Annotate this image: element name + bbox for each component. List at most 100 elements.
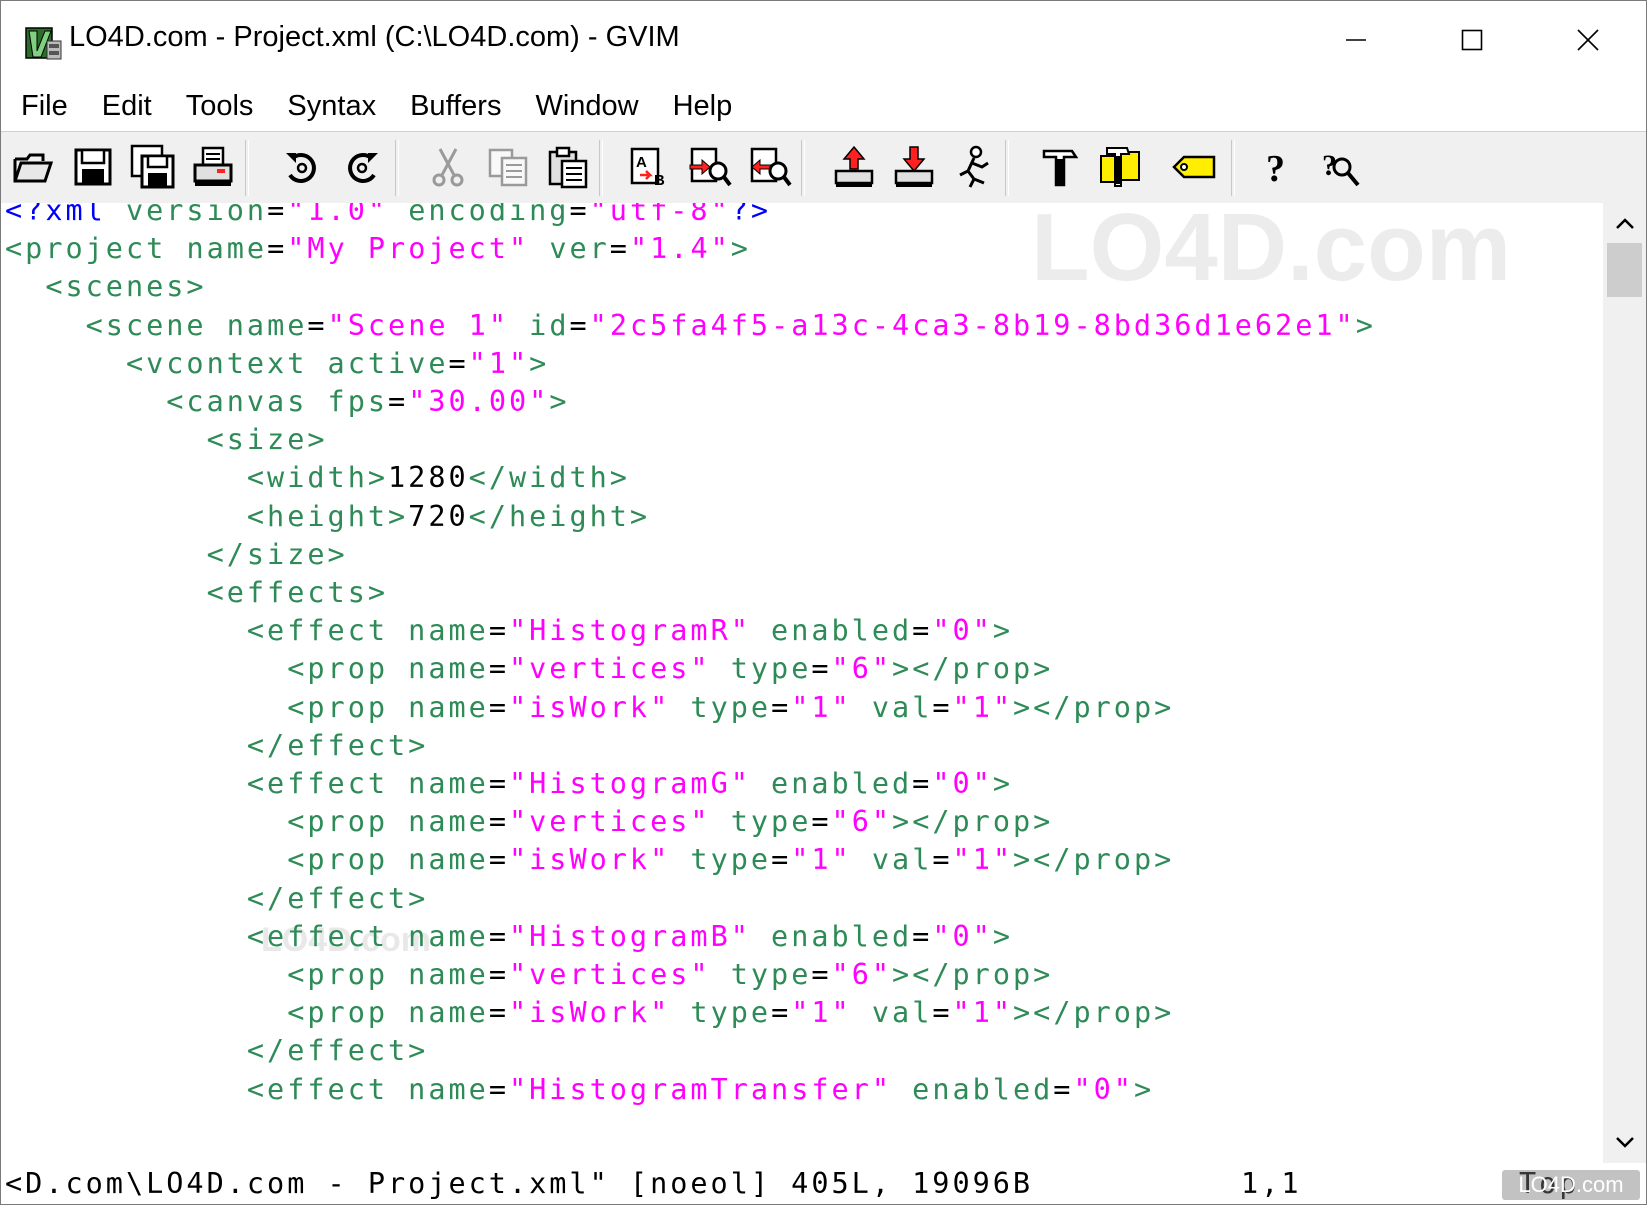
print-icon (193, 146, 233, 186)
make-icon (1042, 149, 1079, 187)
menu-buffers[interactable]: Buffers (393, 90, 518, 123)
code-line[interactable]: </effect> (5, 726, 428, 766)
code-token: name (408, 690, 489, 724)
code-line[interactable]: <effect name="HistogramTransfer" enabled… (5, 1070, 1154, 1110)
menu-window[interactable]: Window (518, 90, 655, 123)
save-button[interactable] (66, 138, 120, 196)
code-token: <prop (5, 805, 409, 839)
redo-button[interactable] (335, 138, 389, 196)
save-session-button[interactable] (887, 138, 941, 196)
scroll-up-button[interactable] (1603, 203, 1646, 243)
code-line[interactable]: <project name="My Project" ver="1.4"> (5, 229, 751, 269)
menu-help[interactable]: Help (656, 90, 750, 123)
title-bar[interactable]: LO4D.com - Project.xml (C:\LO4D.com) - G… (1, 1, 1646, 81)
code-token: "0" (932, 919, 993, 953)
code-token: enabled (750, 614, 913, 648)
watermark: LO4D.com (1031, 203, 1512, 301)
code-line[interactable]: <scene name="Scene 1" id="2c5fa4f5-a13c-… (5, 306, 1376, 346)
code-line[interactable]: <effect name="HistogramG" enabled="0"> (5, 764, 1013, 804)
code-line[interactable]: <prop name="isWork" type="1" val="1"></p… (5, 688, 1174, 728)
replace-button[interactable]: A B (623, 138, 677, 196)
code-token: <scene (5, 308, 227, 342)
code-line[interactable]: <scenes> (5, 267, 207, 307)
code-token: 1280 (388, 461, 469, 495)
code-token: "HistogramB" (508, 919, 751, 953)
maximize-button[interactable] (1417, 1, 1527, 79)
save-all-button[interactable] (126, 138, 180, 196)
close-button[interactable] (1533, 1, 1643, 79)
code-line[interactable]: </size> (5, 535, 348, 575)
code-line[interactable]: <vcontext active="1"> (5, 344, 549, 384)
menu-bar: File Edit Tools Syntax Buffers Window He… (1, 81, 1646, 131)
code-token: = (267, 232, 288, 266)
code-token: fps (327, 385, 389, 418)
find-next-button[interactable] (683, 138, 737, 196)
menu-syntax[interactable]: Syntax (270, 90, 393, 123)
find-help-button[interactable]: ? (1313, 138, 1367, 196)
code-line[interactable]: <canvas fps="30.00"> (5, 382, 569, 422)
copy-button[interactable] (481, 138, 535, 196)
code-token: "6" (831, 958, 893, 991)
code-line[interactable]: <?xml version="1.0" encoding="utf-8"?> (5, 203, 771, 231)
code-token: type (710, 652, 812, 686)
open-button[interactable] (6, 138, 60, 196)
run-script-button[interactable] (947, 138, 1001, 196)
menu-tools[interactable]: Tools (169, 90, 271, 123)
make-button[interactable] (1033, 138, 1087, 196)
code-token: </width> (468, 461, 630, 495)
code-token: </effect> (5, 881, 429, 915)
code-token: = (771, 843, 792, 877)
code-token: name (408, 652, 489, 686)
code-token: type (670, 996, 772, 1030)
code-token: name (408, 958, 489, 991)
code-token: > (992, 614, 1013, 648)
scroll-thumb[interactable] (1607, 243, 1642, 297)
tag-jump-button[interactable] (1167, 138, 1221, 196)
minimize-button[interactable] (1301, 1, 1411, 79)
vertical-scrollbar[interactable] (1603, 203, 1646, 1163)
code-token: <width> (5, 461, 389, 495)
code-token: <canvas (5, 385, 328, 418)
paste-button[interactable] (541, 138, 595, 196)
code-line[interactable]: <effect name="HistogramB" enabled="0"> (5, 917, 1013, 957)
scroll-down-button[interactable] (1603, 1123, 1646, 1163)
code-line[interactable]: <height>720</height> (5, 497, 650, 537)
code-token: </height> (468, 499, 651, 533)
code-token: ?> (730, 203, 772, 227)
code-token: val (851, 996, 933, 1030)
code-line[interactable]: <effects> (5, 573, 388, 613)
code-token: = (488, 958, 509, 991)
editor-area[interactable]: LO4D.com LO4D.com <?xml version="1.0" en… (1, 203, 1603, 1163)
help-button[interactable]: ? (1251, 138, 1305, 196)
cut-button[interactable] (421, 138, 475, 196)
code-token: id (509, 308, 570, 342)
find-prev-button[interactable] (743, 138, 797, 196)
menu-file[interactable]: File (1, 90, 85, 123)
load-session-button[interactable] (827, 138, 881, 196)
print-button[interactable] (186, 138, 240, 196)
code-line[interactable]: <prop name="vertices" type="6"></prop> (5, 802, 1053, 842)
code-line[interactable]: <width>1280</width> (5, 458, 630, 498)
code-line[interactable]: <prop name="isWork" type="1" val="1"></p… (5, 840, 1174, 880)
code-line[interactable]: <effect name="HistogramR" enabled="0"> (5, 611, 1013, 651)
code-line[interactable]: </effect> (5, 879, 428, 919)
code-token: enabled (750, 919, 913, 953)
cut-icon (432, 148, 464, 187)
code-token: = (267, 203, 288, 227)
status-line: <D.com\LO4D.com - Project.xml" [noeol] 4… (1, 1163, 1646, 1204)
menu-edit[interactable]: Edit (85, 90, 169, 123)
code-token: ></prop> (1013, 690, 1175, 724)
code-line[interactable]: <size> (5, 420, 328, 460)
undo-button[interactable] (275, 138, 329, 196)
toolbar-separator (599, 140, 603, 196)
gvim-icon[interactable] (23, 23, 63, 63)
shell-button[interactable] (1093, 138, 1147, 196)
code-line[interactable]: <prop name="vertices" type="6"></prop> (5, 649, 1053, 689)
code-token: type (710, 805, 812, 839)
code-line[interactable]: <prop name="isWork" type="1" val="1"></p… (5, 993, 1174, 1033)
code-line[interactable]: </effect> (5, 1031, 428, 1071)
tag-jump-icon (1172, 155, 1216, 179)
code-token: <prop (5, 843, 409, 877)
code-line[interactable]: <prop name="vertices" type="6"></prop> (5, 955, 1053, 995)
toolbar: A B ? ? (1, 131, 1646, 204)
